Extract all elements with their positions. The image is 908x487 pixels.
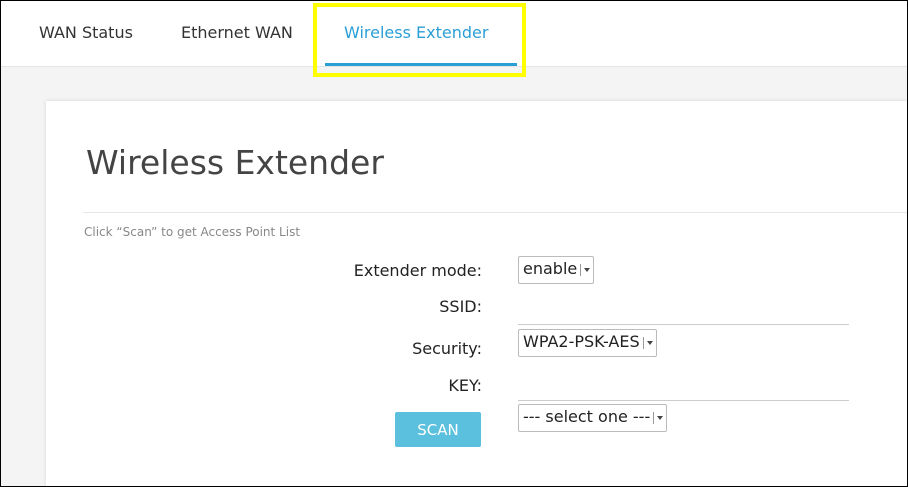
security-value: WPA2-PSK-AES: [523, 332, 640, 351]
access-point-value: --- select one ---: [523, 407, 651, 426]
tab-wan-status[interactable]: WAN Status: [39, 23, 133, 42]
key-input[interactable]: [518, 374, 849, 401]
active-tab-indicator: [325, 63, 517, 66]
extender-mode-value: enable: [523, 259, 578, 278]
extender-mode-select[interactable]: enable: [518, 256, 595, 284]
scan-hint: Click “Scan” to get Access Point List: [84, 225, 301, 239]
tab-ethernet-wan[interactable]: Ethernet WAN: [181, 23, 293, 42]
scan-button[interactable]: SCAN: [395, 412, 481, 447]
extender-mode-label: Extender mode:: [353, 261, 482, 280]
ssid-input[interactable]: [518, 298, 849, 325]
divider: [83, 212, 907, 213]
ssid-label: SSID:: [439, 297, 482, 316]
access-point-select[interactable]: --- select one ---: [518, 404, 668, 432]
router-admin-frame: WAN Status Ethernet WAN Wireless Extende…: [0, 0, 908, 487]
key-label: KEY:: [448, 376, 482, 395]
security-label: Security:: [412, 339, 482, 358]
chevron-down-icon: [653, 412, 664, 424]
tab-wireless-extender[interactable]: Wireless Extender: [344, 23, 488, 42]
security-select[interactable]: WPA2-PSK-AES: [518, 329, 657, 357]
page-title: Wireless Extender: [86, 143, 384, 182]
chevron-down-icon: [580, 264, 591, 276]
tab-bar: WAN Status Ethernet WAN Wireless Extende…: [1, 1, 907, 67]
chevron-down-icon: [642, 337, 654, 349]
content-panel: Wireless Extender Click “Scan” to get Ac…: [46, 101, 907, 486]
